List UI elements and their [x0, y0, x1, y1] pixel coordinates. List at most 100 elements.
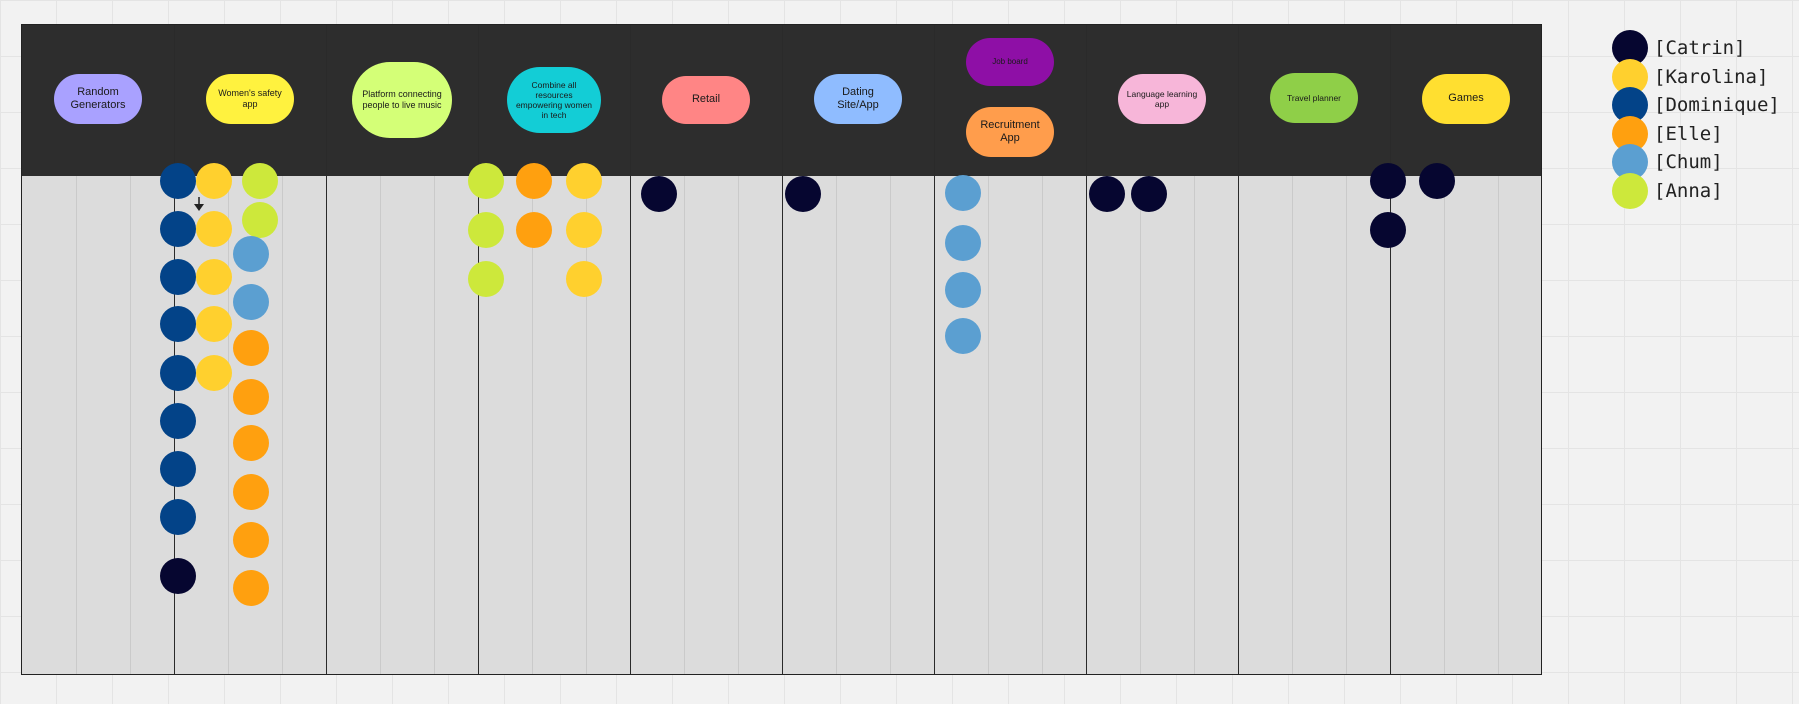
vote-dot-chum[interactable]	[945, 175, 981, 211]
vote-dot-anna[interactable]	[242, 202, 278, 238]
vote-dot-karolina[interactable]	[196, 163, 232, 199]
vote-dot-catrin[interactable]	[1419, 163, 1455, 199]
legend-label: [Karolina]	[1654, 65, 1769, 88]
vote-dot-karolina[interactable]	[196, 259, 232, 295]
topic-sticky-games[interactable]: Games	[1422, 74, 1510, 124]
legend-label: [Dominique]	[1654, 94, 1780, 116]
column-divider	[326, 25, 327, 674]
column-divider	[630, 25, 631, 674]
topic-sticky-language[interactable]: Language learning app	[1118, 74, 1206, 124]
vote-dot-karolina[interactable]	[196, 211, 232, 247]
topic-label: Dating Site/App	[837, 85, 879, 111]
topic-sticky-random[interactable]: Random Generators	[54, 74, 142, 124]
legend-label: [Anna]	[1654, 179, 1723, 202]
column-divider	[1390, 25, 1391, 674]
column-grid-line	[1140, 176, 1141, 674]
vote-dot-chum[interactable]	[233, 236, 269, 272]
column-grid-line	[1498, 176, 1499, 674]
legend-label: [Elle]	[1654, 122, 1723, 145]
column-grid-line	[1042, 176, 1043, 674]
topic-sticky-live-music[interactable]: Platform connecting people to live music	[352, 62, 452, 138]
vote-dot-dominique[interactable]	[160, 451, 196, 487]
column-grid-line	[1194, 176, 1195, 674]
topic-sticky-women-in-tech[interactable]: Combine all resources empowering women i…	[507, 67, 601, 133]
topic-label: Games	[1448, 92, 1484, 105]
topic-sticky-jobs[interactable]: Job board	[966, 38, 1054, 86]
vote-dot-catrin[interactable]	[641, 176, 677, 212]
column-grid-line	[890, 176, 891, 674]
topic-label: Women's safety app	[218, 88, 282, 109]
vote-dot-chum[interactable]	[233, 284, 269, 320]
vote-dot-catrin[interactable]	[1370, 212, 1406, 248]
topic-label: Language learning app	[1126, 88, 1198, 109]
column-divider	[934, 25, 935, 674]
column-grid-line	[836, 176, 837, 674]
vote-dot-catrin[interactable]	[160, 558, 196, 594]
vote-dot-elle[interactable]	[233, 570, 269, 606]
topic-sticky-jobs-1[interactable]: Recruitment App	[966, 107, 1054, 157]
topic-label: Random Generators	[70, 85, 126, 111]
topic-label: Combine all resources empowering women i…	[515, 79, 593, 121]
vote-dot-anna[interactable]	[242, 163, 278, 199]
vote-dot-catrin[interactable]	[1089, 176, 1125, 212]
vote-dot-dominique[interactable]	[160, 259, 196, 295]
column-grid-line	[130, 176, 131, 674]
vote-dot-dominique[interactable]	[160, 163, 196, 199]
column-grid-line	[988, 176, 989, 674]
topic-sticky-retail[interactable]: Retail	[662, 76, 750, 124]
column-grid-line	[684, 176, 685, 674]
vote-dot-catrin[interactable]	[1131, 176, 1167, 212]
vote-dot-dominique[interactable]	[160, 499, 196, 535]
vote-dot-elle[interactable]	[233, 425, 269, 461]
vote-dot-karolina[interactable]	[566, 261, 602, 297]
topic-label: Platform connecting people to live music	[362, 89, 442, 110]
topic-sticky-womens-safety[interactable]: Women's safety app	[206, 74, 294, 124]
voting-board: Random Generators Women's safety app Platf…	[21, 24, 1542, 675]
legend-item-anna: [Anna]	[1612, 172, 1723, 209]
connector-arrowhead-icon	[194, 204, 204, 211]
column-grid-line	[1292, 176, 1293, 674]
column-grid-line	[1444, 176, 1445, 674]
column-grid-line	[228, 176, 229, 674]
vote-dot-anna[interactable]	[468, 163, 504, 199]
vote-dot-karolina[interactable]	[566, 212, 602, 248]
vote-dot-chum[interactable]	[945, 225, 981, 261]
vote-dot-karolina[interactable]	[196, 355, 232, 391]
column-divider	[1086, 25, 1087, 674]
vote-dot-anna[interactable]	[468, 261, 504, 297]
topic-label: Travel planner	[1286, 92, 1342, 103]
legend-label: [Catrin]	[1654, 37, 1746, 59]
column-divider	[478, 25, 479, 674]
vote-dot-elle[interactable]	[233, 474, 269, 510]
vote-dot-dominique[interactable]	[160, 403, 196, 439]
column-grid-line	[1346, 176, 1347, 674]
column-grid-line	[76, 176, 77, 674]
vote-dot-catrin[interactable]	[785, 176, 821, 212]
vote-dot-dominique[interactable]	[160, 306, 196, 342]
vote-dot-catrin[interactable]	[1370, 163, 1406, 199]
vote-dot-chum[interactable]	[945, 272, 981, 308]
column-grid-line	[282, 176, 283, 674]
topic-sticky-dating[interactable]: Dating Site/App	[814, 74, 902, 124]
vote-dot-karolina[interactable]	[196, 306, 232, 342]
legend-label: [Chum]	[1654, 151, 1723, 173]
topic-sticky-travel[interactable]: Travel planner	[1270, 73, 1358, 123]
vote-dot-dominique[interactable]	[160, 355, 196, 391]
topic-label: Job board	[992, 57, 1028, 67]
column-grid-line	[532, 176, 533, 674]
column-grid-line	[434, 176, 435, 674]
vote-dot-anna[interactable]	[468, 212, 504, 248]
topic-label: Recruitment App	[980, 118, 1040, 144]
vote-dot-elle[interactable]	[233, 522, 269, 558]
vote-dot-karolina[interactable]	[566, 163, 602, 199]
vote-dot-chum[interactable]	[945, 318, 981, 354]
vote-dot-elle[interactable]	[516, 212, 552, 248]
legend-dot	[1612, 172, 1648, 209]
column-divider	[782, 25, 783, 674]
topic-label: Retail	[691, 93, 721, 106]
vote-dot-elle[interactable]	[233, 330, 269, 366]
column-grid-line	[586, 176, 587, 674]
vote-dot-dominique[interactable]	[160, 211, 196, 247]
vote-dot-elle[interactable]	[233, 379, 269, 415]
vote-dot-elle[interactable]	[516, 163, 552, 199]
